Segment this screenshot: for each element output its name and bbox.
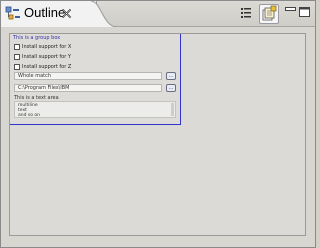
sync-outline-button[interactable] xyxy=(259,4,279,24)
tab-outline[interactable]: Outline xyxy=(1,1,97,27)
text-field[interactable]: Whole match xyxy=(14,72,162,80)
text-area[interactable]: multiline text and so on xyxy=(14,101,176,118)
group-box-label: This is a group box xyxy=(13,35,61,41)
minimize-icon[interactable] xyxy=(285,7,296,17)
checkbox[interactable] xyxy=(14,63,20,70)
checkbox-label: Install support for Y xyxy=(22,53,71,60)
checkbox-row[interactable]: Install support for Z xyxy=(14,63,71,70)
tab-curve-decoration xyxy=(91,1,117,27)
scrollbar[interactable] xyxy=(171,103,174,116)
checkbox[interactable] xyxy=(14,53,20,60)
preview-form: This is a group box Install support for … xyxy=(10,34,181,125)
checkbox-label: Install support for X xyxy=(22,43,72,50)
view-tab-bar: Outline xyxy=(1,1,315,27)
outline-icon xyxy=(5,6,20,20)
checkbox-row[interactable]: Install support for Y xyxy=(14,53,71,60)
outline-content: This is a group box Install support for … xyxy=(9,33,306,236)
path-field[interactable]: C:\Program Files\IBM xyxy=(14,84,162,92)
field-button[interactable]: ... xyxy=(166,72,176,80)
checkbox-row[interactable]: Install support for X xyxy=(14,43,71,50)
list-tree-button[interactable] xyxy=(237,4,257,24)
close-icon[interactable] xyxy=(61,8,72,19)
outline-view: Outline This is a group box Install supp… xyxy=(0,0,316,248)
browse-button[interactable]: ... xyxy=(166,84,176,92)
list-tree-icon xyxy=(241,8,251,18)
tab-title: Outline xyxy=(24,5,66,20)
sync-outline-icon xyxy=(262,5,277,21)
checkbox[interactable] xyxy=(14,43,20,50)
maximize-icon[interactable] xyxy=(299,7,310,17)
text-area-line: and so on xyxy=(18,113,41,118)
checkbox-label: Install support for Z xyxy=(22,63,72,70)
